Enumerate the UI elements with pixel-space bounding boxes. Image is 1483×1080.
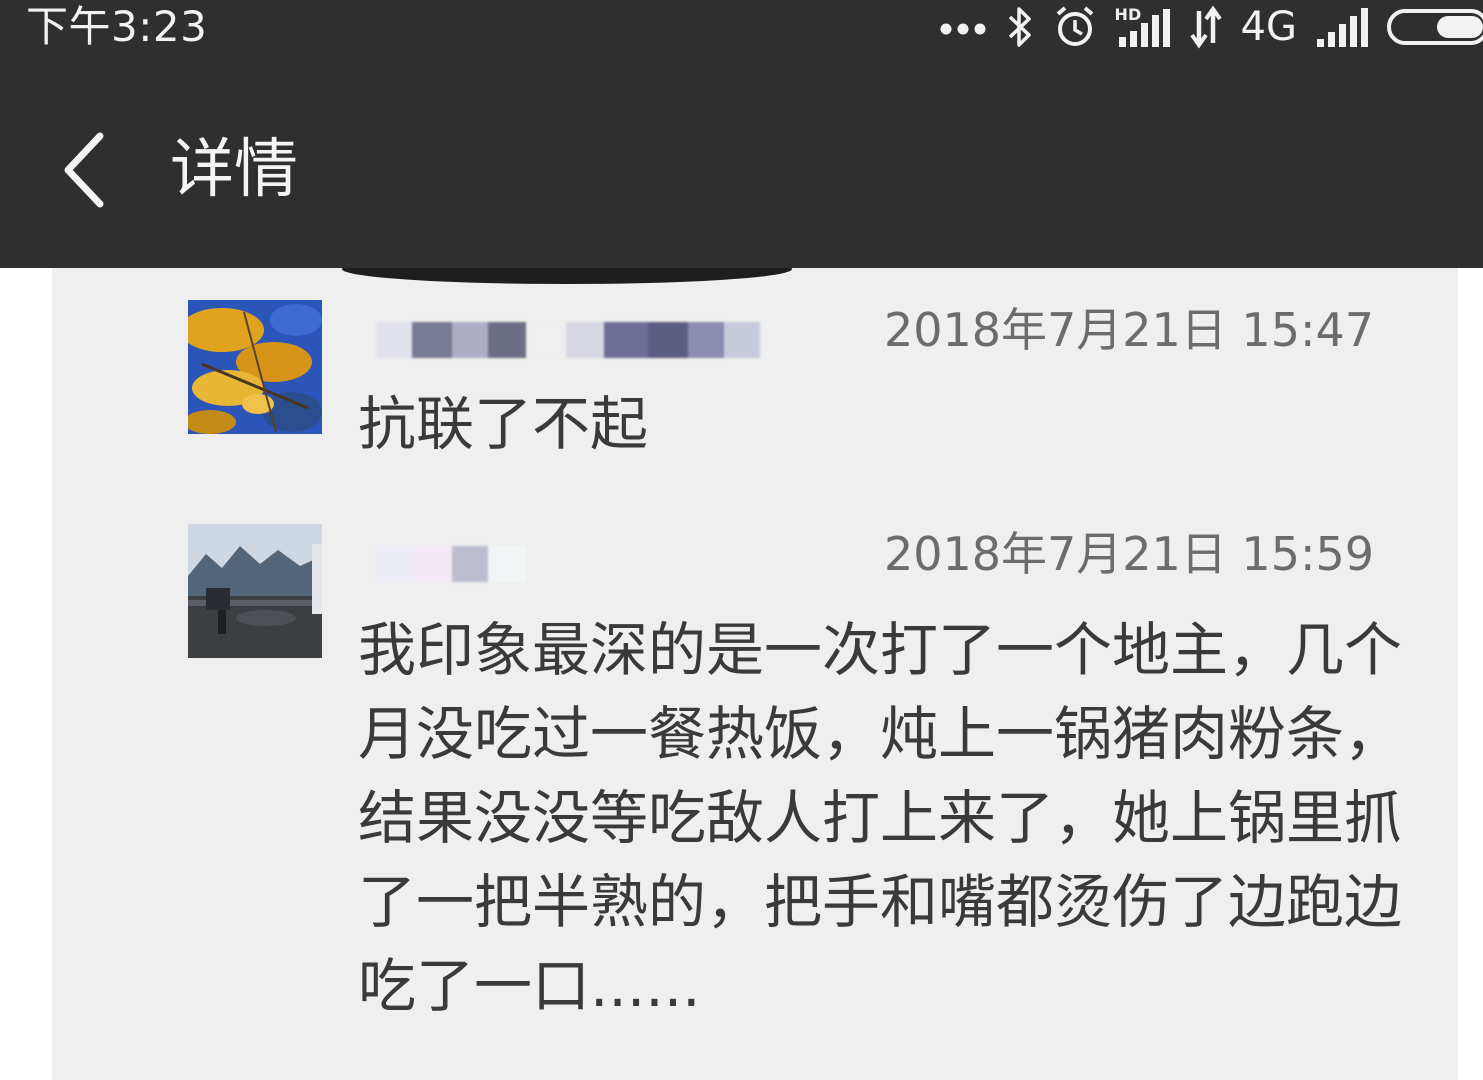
comment-timestamp: 2018年7月21日 15:47 [883,303,1374,357]
comment-text: 我印象最深的是一次打了一个地主，几个月没吃过一餐热饭，炖上一锅猪肉粉条，结果没没… [358,616,1403,1020]
app-header: 详情 [0,70,1483,268]
status-bar: 下午3:23 HD 4G [0,0,1483,70]
comments-area: 2018年7月21日 15:47 抗联了不起 2018年7月21日 15:59 … [0,268,1483,1080]
status-time: 下午3:23 [26,2,208,51]
more-dots-icon [939,19,987,35]
comment-timestamp: 2018年7月21日 15:59 [883,527,1374,581]
bluetooth-icon [1005,5,1035,49]
avatar[interactable] [188,300,322,434]
cell-signal-icon [1315,5,1369,49]
status-icons: HD 4G [939,4,1483,50]
comment-item[interactable]: 2018年7月21日 15:59 我印象最深的是一次打了一个地主，几个月没吃过一… [52,524,1458,1044]
alarm-icon [1053,5,1097,49]
username-redacted [376,322,760,358]
page-title: 详情 [170,133,298,207]
hd-signal-icon: HD [1115,5,1171,49]
comment-text: 抗联了不起 [358,390,649,458]
back-chevron-icon [64,132,104,208]
comment-item[interactable]: 2018年7月21日 15:47 抗联了不起 [52,300,1458,490]
avatar[interactable] [188,524,322,658]
data-transfer-icon [1189,5,1223,49]
battery-icon [1387,7,1483,47]
comments-card: 2018年7月21日 15:47 抗联了不起 2018年7月21日 15:59 … [52,268,1458,1080]
back-button[interactable] [56,130,112,210]
cropped-object [342,268,792,284]
network-type: 4G [1240,4,1297,50]
username-redacted [376,546,526,582]
